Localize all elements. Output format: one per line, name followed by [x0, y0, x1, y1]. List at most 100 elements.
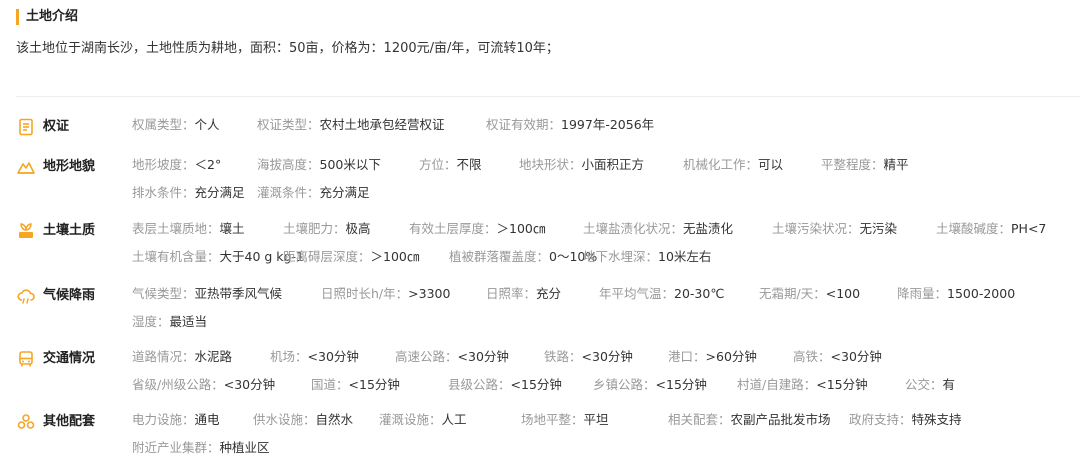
- attribute-label: 土壤盐渍化状况：: [583, 221, 684, 236]
- attribute-label: 距离碍层深度：: [283, 249, 371, 264]
- attribute-label: 日照时长h/年：: [321, 286, 409, 301]
- attribute-value: PH<7: [1011, 221, 1047, 236]
- attribute-label: 场地平整：: [521, 412, 584, 427]
- terrain-icon: [16, 157, 36, 177]
- attribute-item: 无霜期/天：<100: [759, 286, 860, 302]
- attribute-item: 政府支持：特殊支持: [849, 412, 962, 428]
- attribute-item: 道路情况：水泥路: [132, 349, 232, 365]
- attribute-value: <15分钟: [348, 377, 400, 392]
- attribute-label: 土壤有机含量：: [132, 249, 220, 264]
- attribute-value: 无盐渍化: [683, 221, 734, 236]
- attribute-label: 道路情况：: [132, 349, 195, 364]
- attribute-item: 国道：<15分钟: [311, 377, 400, 393]
- attribute-label: 县级公路：: [448, 377, 511, 392]
- attribute-value: 1997年-2056年: [561, 117, 655, 132]
- attribute-label: 方位：: [419, 157, 457, 172]
- attribute-label: 日照率：: [486, 286, 537, 301]
- attribute-value: >60分钟: [705, 349, 757, 364]
- attribute-label: 高铁：: [793, 349, 831, 364]
- attribute-value: 充分满足: [319, 185, 370, 200]
- attribute-label: 无霜期/天：: [759, 286, 826, 301]
- attribute-item: 地下水埋深：10米左右: [583, 249, 711, 265]
- attribute-label: 权证有效期：: [486, 117, 562, 132]
- attribute-value: 农村土地承包经营权证: [319, 117, 445, 132]
- attribute-item: 日照时长h/年：>3300: [321, 286, 450, 302]
- attribute-item: 高铁：<30分钟: [793, 349, 882, 365]
- attribute-item: 场地平整：平坦: [521, 412, 609, 428]
- document-icon: [16, 117, 36, 137]
- attribute-label: 地块形状：: [519, 157, 582, 172]
- attribute-label: 机械化工作：: [683, 157, 759, 172]
- section-1: 权证 权属类型：个人 权证类型：农村土地承包经营权证 权证有效期：1997年-2056…: [16, 117, 1080, 145]
- attribute-label: 相关配套：: [668, 412, 731, 427]
- attribute-label: 表层土壤质地：: [132, 221, 220, 236]
- attribute-label: 村道/自建路：: [737, 377, 817, 392]
- attribute-item: 机场：<30分钟: [270, 349, 359, 365]
- attribute-value: 亚热带季风气候: [194, 286, 283, 301]
- attribute-value: 有: [942, 377, 956, 392]
- attribute-value: <30分钟: [830, 349, 882, 364]
- attribute-label: 年平均气温：: [599, 286, 675, 301]
- attribute-item: 气候类型：亚热带季风气候: [132, 286, 282, 302]
- attribute-value: 平坦: [583, 412, 609, 427]
- soil-icon: [16, 221, 36, 241]
- attribute-label: 国道：: [311, 377, 349, 392]
- attribute-item: 土壤污染状况：无污染: [772, 221, 897, 237]
- attribute-label: 土壤肥力：: [283, 221, 346, 236]
- section-name: 地形地貌: [43, 159, 96, 174]
- attribute-label: 权证类型：: [257, 117, 320, 132]
- attribute-label: 附近产业集群：: [132, 440, 220, 455]
- attribute-label: 权属类型：: [132, 117, 195, 132]
- attribute-item: 电力设施：通电: [132, 412, 220, 428]
- section-5: 交通情况 道路情况：水泥路 机场：<30分钟 高速公路：<30分钟 铁路：<30分钟 港口…: [16, 349, 1080, 405]
- attribute-label: 机场：: [270, 349, 308, 364]
- attribute-value: 通电: [194, 412, 220, 427]
- attribute-value: 特殊支持: [911, 412, 962, 427]
- attribute-value: ＞100㎝: [370, 249, 420, 264]
- attribute-item: 权属类型：个人: [132, 117, 220, 133]
- attribute-item: 灌溉条件：充分满足: [257, 185, 370, 201]
- section-2: 地形地貌 地形坡度：＜2° 海拔高度：500米以下 方位：不限 地块形状：小面积正方 机械…: [16, 157, 1080, 213]
- attribute-label: 政府支持：: [849, 412, 912, 427]
- attribute-value: >3300: [408, 286, 451, 301]
- attribute-label: 平整程度：: [821, 157, 884, 172]
- attribute-item: 港口：>60分钟: [668, 349, 757, 365]
- attribute-label: 土壤污染状况：: [772, 221, 860, 236]
- attribute-item: 县级公路：<15分钟: [448, 377, 562, 393]
- attribute-item: 省级/州级公路：<30分钟: [132, 377, 275, 393]
- attribute-value: 极高: [345, 221, 371, 236]
- attribute-label: 省级/州级公路：: [132, 377, 224, 392]
- attribute-label: 地形坡度：: [132, 157, 195, 172]
- section-name: 权证: [43, 119, 70, 134]
- attribute-item: 降雨量：1500-2000: [897, 286, 1015, 302]
- attribute-value: <30分钟: [223, 377, 276, 392]
- attribute-label: 有效土层厚度：: [409, 221, 497, 236]
- attribute-value: 无污染: [859, 221, 898, 236]
- section-4: 气候降雨 气候类型：亚热带季风气候 日照时长h/年：>3300 日照率：充分 年平均气温…: [16, 286, 1080, 342]
- attribute-value: 20-30℃: [674, 286, 725, 301]
- attribute-label: 排水条件：: [132, 185, 195, 200]
- attribute-value: 500米以下: [319, 157, 381, 172]
- land-intro-text: 该土地位于湖南长沙，土地性质为耕地，面积：50亩，价格为：1200元/亩/年，可…: [16, 41, 559, 56]
- attribute-item: 方位：不限: [419, 157, 482, 173]
- attribute-value: ＜2°: [194, 157, 222, 172]
- attribute-value: <30分钟: [307, 349, 359, 364]
- bus-icon: [16, 349, 36, 369]
- attribute-label: 降雨量：: [897, 286, 948, 301]
- section-6: 其他配套 电力设施：通电 供水设施：自然水 灌溉设施：人工 场地平整：平坦 相关配套：农副…: [16, 412, 1080, 468]
- attribute-value: 充分: [536, 286, 562, 301]
- attribute-item: 附近产业集群：种植业区: [132, 440, 270, 456]
- cloud-icon: [16, 286, 36, 306]
- attribute-value: 壤土: [219, 221, 245, 236]
- section-name: 其他配套: [43, 414, 96, 429]
- divider: [16, 96, 1080, 97]
- attribute-value: 可以: [758, 157, 784, 172]
- attribute-label: 地下水埋深：: [583, 249, 659, 264]
- attribute-item: 平整程度：精平: [821, 157, 909, 173]
- attribute-value: 不限: [456, 157, 482, 172]
- attribute-item: 地块形状：小面积正方: [519, 157, 644, 173]
- attribute-item: 日照率：充分: [486, 286, 561, 302]
- attribute-label: 植被群落覆盖度：: [449, 249, 550, 264]
- attribute-value: 水泥路: [194, 349, 233, 364]
- attribute-item: 村道/自建路：<15分钟: [737, 377, 868, 393]
